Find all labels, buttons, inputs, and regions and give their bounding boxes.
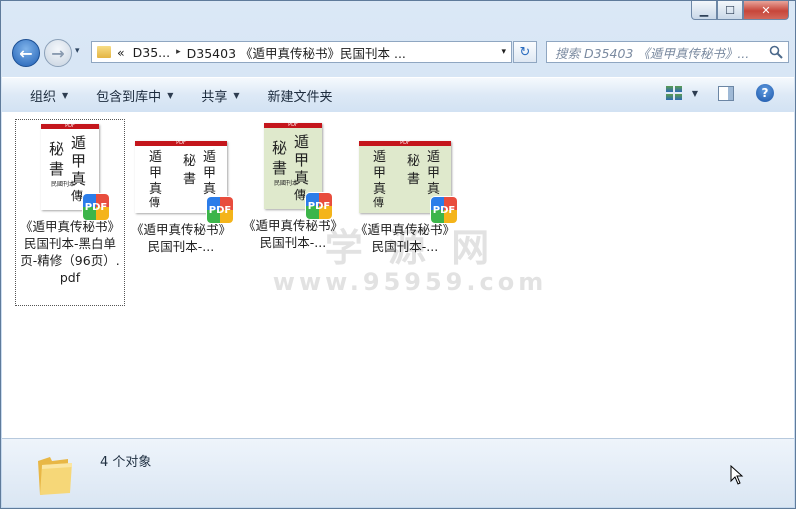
file-name: 《遁甲真传秘书》民国刊本-... bbox=[130, 222, 231, 254]
breadcrumb-item[interactable]: D35... bbox=[133, 45, 170, 60]
view-controls: ▼ ? bbox=[665, 84, 774, 102]
pdf-thumbnail: PDF 遁 甲 真 傳 遁 甲 真 秘 書 PDF bbox=[359, 140, 457, 223]
search-placeholder: 搜索 D35403 《遁甲真传秘书》... bbox=[555, 45, 750, 61]
search-icon[interactable] bbox=[769, 45, 783, 59]
pdf-app-icon: PDF bbox=[207, 197, 233, 223]
folder-icon bbox=[97, 46, 111, 58]
breadcrumb-separator-icon[interactable]: ▸ bbox=[176, 47, 181, 57]
folder-icon bbox=[38, 457, 72, 495]
file-name: 《遁甲真传秘书》民国刊本-... bbox=[242, 218, 343, 250]
pdf-thumbnail: PDF 遁 甲 真 傳 秘 書 民國刊本 PDF bbox=[41, 123, 109, 220]
breadcrumb-overflow[interactable]: « bbox=[117, 45, 125, 60]
share-menu[interactable]: 共享 ▼ bbox=[201, 86, 239, 105]
include-in-library-menu[interactable]: 包含到库中 ▼ bbox=[96, 86, 173, 105]
recent-pages-dropdown[interactable]: ▾ bbox=[75, 46, 80, 56]
command-bar: 组织 ▼ 包含到库中 ▼ 共享 ▼ 新建文件夹 ▼ ? bbox=[2, 77, 794, 113]
back-button[interactable]: ← bbox=[12, 39, 40, 67]
file-item[interactable]: PDF 遁 甲 真 傳 遁 甲 真 秘 書 PDF 《遁甲真传秘书》民国刊本-.… bbox=[126, 119, 236, 255]
organize-menu[interactable]: 组织 ▼ bbox=[30, 86, 68, 105]
dropdown-arrow-icon: ▼ bbox=[233, 90, 240, 100]
dropdown-arrow-icon: ▼ bbox=[62, 90, 69, 100]
pdf-app-icon: PDF bbox=[431, 197, 457, 223]
include-in-library-label: 包含到库中 bbox=[96, 89, 162, 105]
view-options-dropdown-icon[interactable]: ▼ bbox=[692, 89, 698, 98]
item-count: 4 个对象 bbox=[100, 455, 152, 470]
pdf-app-icon: PDF bbox=[83, 194, 109, 220]
file-list[interactable]: 学 源 网 www.95959.com PDF 遁 甲 真 傳 秘 書 民國刊本… bbox=[2, 112, 794, 438]
file-name: 《遁甲真传秘书》民国刊本-... bbox=[354, 222, 455, 254]
new-folder-button[interactable]: 新建文件夹 bbox=[268, 86, 333, 105]
navigation-bar: ← → ▾ « D35... ▸ D35403 《遁甲真传秘书》民国刊本 ...… bbox=[9, 37, 789, 69]
explorer-window: ▁ ☐ ✕ ← → ▾ « D35... ▸ D35403 《遁甲真传秘书》民国… bbox=[0, 0, 796, 509]
file-name: 《遁甲真传秘书》民国刊本-黑白单页-精修（96页）.pdf bbox=[19, 219, 120, 285]
breadcrumb-item[interactable]: D35403 《遁甲真传秘书》民国刊本 ... bbox=[187, 43, 406, 62]
pdf-app-icon: PDF bbox=[306, 193, 332, 219]
organize-label: 组织 bbox=[30, 89, 57, 105]
file-item[interactable]: PDF 遁 甲 真 傳 秘 書 民國刊本 PDF 《遁甲真传秘书》民国刊本-黑白… bbox=[15, 119, 125, 306]
preview-pane-icon[interactable] bbox=[718, 85, 734, 101]
refresh-button[interactable]: ↻ bbox=[513, 41, 537, 63]
details-pane: 4 个对象 bbox=[2, 438, 794, 507]
pdf-thumbnail: PDF 遁 甲 真 傳 秘 書 民國刊本 PDF bbox=[264, 122, 332, 219]
maximize-button[interactable]: ☐ bbox=[717, 1, 743, 20]
change-view-icon[interactable] bbox=[665, 86, 682, 100]
file-item[interactable]: PDF 遁 甲 真 傳 遁 甲 真 秘 書 PDF 《遁甲真传秘书》民国刊本-.… bbox=[350, 119, 460, 255]
help-icon[interactable]: ? bbox=[756, 84, 774, 102]
new-folder-label: 新建文件夹 bbox=[267, 89, 333, 105]
caption-buttons: ▁ ☐ ✕ bbox=[691, 1, 789, 20]
close-button[interactable]: ✕ bbox=[743, 1, 789, 20]
forward-button[interactable]: → bbox=[44, 39, 72, 67]
address-dropdown-icon[interactable]: ▾ bbox=[501, 47, 506, 57]
address-bar[interactable]: « D35... ▸ D35403 《遁甲真传秘书》民国刊本 ... ▾ bbox=[91, 41, 512, 63]
file-item[interactable]: PDF 遁 甲 真 傳 秘 書 民國刊本 PDF 《遁甲真传秘书》民国刊本-..… bbox=[238, 119, 348, 251]
share-label: 共享 bbox=[201, 89, 228, 105]
dropdown-arrow-icon: ▼ bbox=[167, 90, 174, 100]
pdf-thumbnail: PDF 遁 甲 真 傳 遁 甲 真 秘 書 PDF bbox=[135, 140, 233, 223]
watermark-url: www.95959.com bbox=[272, 268, 548, 296]
search-input[interactable]: 搜索 D35403 《遁甲真传秘书》... bbox=[546, 41, 789, 63]
mouse-cursor-icon bbox=[730, 465, 744, 485]
minimize-button[interactable]: ▁ bbox=[691, 1, 717, 20]
